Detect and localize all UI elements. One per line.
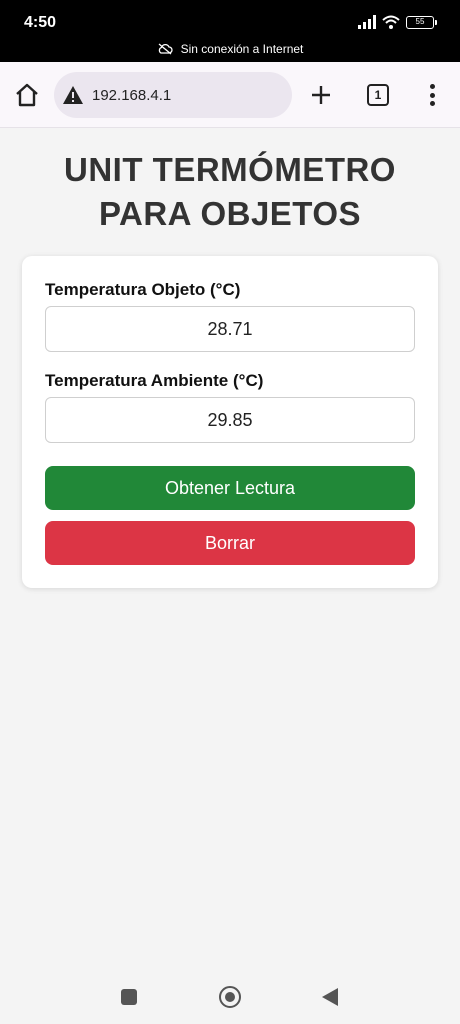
new-tab-icon[interactable] bbox=[308, 82, 334, 108]
ambient-temp-label: Temperatura Ambiente (°C) bbox=[45, 371, 264, 390]
more-menu-icon[interactable] bbox=[422, 82, 442, 108]
cloud-off-icon bbox=[158, 43, 173, 55]
page-title: UNIT TERMÓMETRO PARA OBJETOS bbox=[0, 148, 460, 236]
menu-dot bbox=[429, 101, 435, 106]
reading-card: Temperatura Objeto (°C) 28.71 Temperatur… bbox=[22, 256, 438, 588]
title-line-2: PARA OBJETOS bbox=[98, 195, 362, 232]
system-nav-bar bbox=[0, 972, 460, 1024]
menu-dot bbox=[429, 84, 435, 89]
tab-switcher-button[interactable]: 1 bbox=[367, 84, 389, 106]
get-reading-button[interactable]: Obtener Lectura bbox=[45, 466, 415, 510]
status-icons: 55 bbox=[358, 13, 437, 31]
back-icon[interactable] bbox=[322, 988, 338, 1006]
wifi-icon bbox=[382, 15, 400, 29]
browser-toolbar: 192.168.4.1 1 bbox=[0, 62, 460, 128]
signal-icon bbox=[358, 15, 376, 29]
object-temp-label: Temperatura Objeto (°C) bbox=[45, 280, 241, 299]
status-bar: 4:50 55 Sin conexión a Internet bbox=[0, 0, 460, 62]
url-text[interactable]: 192.168.4.1 bbox=[92, 87, 171, 104]
recents-icon[interactable] bbox=[121, 989, 137, 1005]
battery-level: 55 bbox=[415, 17, 425, 26]
title-line-1: UNIT TERMÓMETRO bbox=[64, 151, 396, 188]
address-bar[interactable]: 192.168.4.1 bbox=[54, 72, 292, 118]
ambient-temp-field[interactable]: 29.85 bbox=[45, 397, 415, 443]
object-temp-field[interactable]: 28.71 bbox=[45, 306, 415, 352]
battery-icon: 55 bbox=[406, 15, 437, 29]
clear-button[interactable]: Borrar bbox=[45, 521, 415, 565]
offline-text: Sin conexión a Internet bbox=[180, 42, 304, 56]
offline-indicator: Sin conexión a Internet bbox=[0, 42, 460, 56]
warning-icon[interactable] bbox=[62, 85, 84, 105]
home-nav-icon[interactable] bbox=[219, 986, 241, 1008]
status-time: 4:50 bbox=[24, 14, 57, 31]
tab-count: 1 bbox=[374, 88, 382, 102]
home-icon[interactable] bbox=[14, 82, 40, 108]
menu-dot bbox=[429, 92, 435, 98]
